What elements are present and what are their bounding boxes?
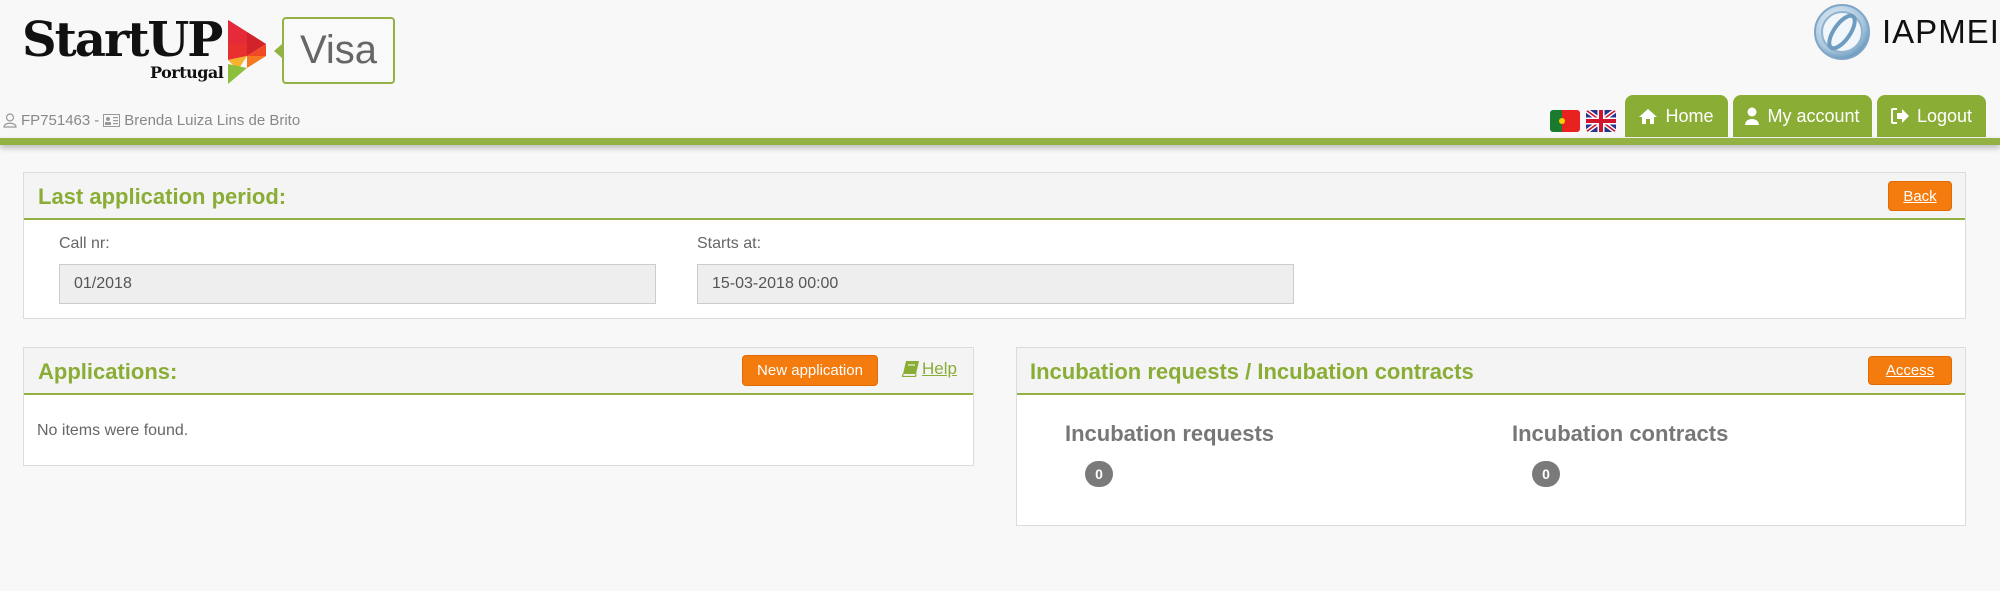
panel-header: Incubation requests / Incubation contrac… bbox=[1017, 348, 1965, 395]
starts-at-field[interactable]: 15-03-2018 00:00 bbox=[697, 264, 1294, 304]
access-button[interactable]: Access bbox=[1868, 356, 1952, 385]
incubation-contracts-count-badge: 0 bbox=[1532, 461, 1560, 487]
panel-header: Last application period: Back bbox=[24, 173, 1965, 220]
starts-at-label: Starts at: bbox=[697, 235, 762, 252]
product-label-visa: Visa bbox=[282, 17, 395, 84]
nav-my-account-button[interactable]: My account bbox=[1733, 95, 1872, 137]
visa-label-pointer bbox=[274, 44, 282, 58]
language-en-button[interactable] bbox=[1586, 110, 1616, 132]
back-button[interactable]: Back bbox=[1888, 181, 1952, 211]
iapmei-logo-icon bbox=[1814, 4, 1870, 60]
call-nr-field[interactable]: 01/2018 bbox=[59, 264, 656, 304]
user-info: FP751463 - Brenda Luiza Lins de Brito bbox=[3, 112, 300, 129]
header-divider bbox=[0, 138, 2000, 145]
language-pt-button[interactable] bbox=[1550, 110, 1580, 132]
nav-logout-button[interactable]: Logout bbox=[1877, 95, 1986, 137]
nav-home-label: Home bbox=[1665, 105, 1714, 126]
applications-panel: Applications: New application Help No it… bbox=[23, 347, 974, 466]
book-icon bbox=[902, 361, 919, 377]
empty-message: No items were found. bbox=[37, 422, 189, 439]
sign-out-icon bbox=[1890, 108, 1909, 124]
incubation-requests-heading: Incubation requests bbox=[1065, 421, 1275, 446]
startup-logo-subtitle: Portugal bbox=[150, 63, 224, 82]
user-id: FP751463 bbox=[21, 112, 91, 129]
panel-header: Applications: New application Help bbox=[24, 348, 973, 395]
iapmei-logo-text: IAPMEI bbox=[1882, 13, 2000, 50]
user-separator: - bbox=[94, 112, 100, 129]
incubation-requests-count-badge: 0 bbox=[1085, 461, 1113, 487]
flag-portugal-icon bbox=[1550, 110, 1580, 132]
new-application-button[interactable]: New application bbox=[742, 355, 878, 386]
flag-uk-icon bbox=[1586, 110, 1616, 132]
user-name: Brenda Luiza Lins de Brito bbox=[124, 112, 301, 129]
nav-logout-label: Logout bbox=[1916, 105, 1973, 126]
home-icon bbox=[1639, 108, 1658, 124]
id-card-icon bbox=[103, 114, 121, 127]
user-icon bbox=[1745, 107, 1760, 125]
incubation-contracts-heading: Incubation contracts bbox=[1512, 421, 1729, 446]
panel-title: Last application period: bbox=[38, 184, 287, 209]
panel-title: Incubation requests / Incubation contrac… bbox=[1030, 359, 1474, 384]
panel-title: Applications: bbox=[38, 359, 178, 384]
help-link[interactable]: Help bbox=[902, 359, 957, 379]
incubation-panel: Incubation requests / Incubation contrac… bbox=[1016, 347, 1966, 526]
nav-home-button[interactable]: Home bbox=[1625, 95, 1728, 137]
last-application-period-panel: Last application period: Back Call nr: 0… bbox=[23, 172, 1966, 319]
startup-logo-text: StartUP bbox=[22, 12, 223, 68]
call-nr-label: Call nr: bbox=[59, 235, 110, 252]
help-label: Help bbox=[922, 359, 957, 378]
user-icon bbox=[3, 113, 17, 128]
startup-arrow-logo-icon bbox=[228, 20, 266, 84]
nav-my-account-label: My account bbox=[1767, 105, 1860, 126]
